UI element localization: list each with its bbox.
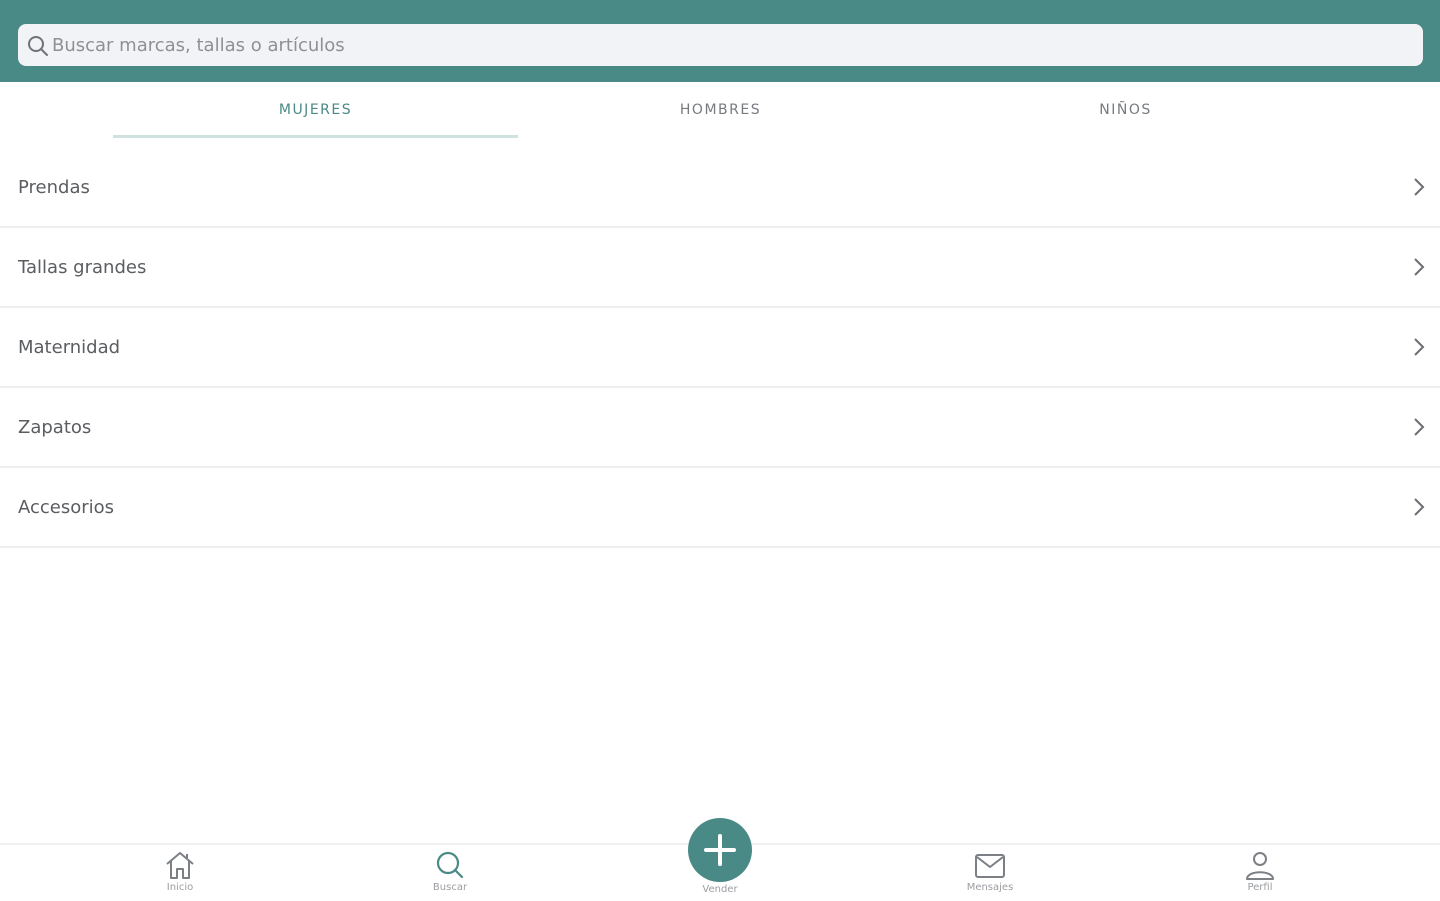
chevron-right-icon (1414, 258, 1425, 276)
user-icon (1246, 852, 1274, 880)
sell-button[interactable] (688, 818, 752, 882)
top-header (0, 0, 1440, 82)
list-item-label: Zapatos (18, 417, 92, 438)
search-bar[interactable] (18, 24, 1423, 66)
list-item-label: Prendas (18, 177, 90, 198)
tab-label: HOMBRES (679, 102, 762, 118)
category-tabs: MUJERES HOMBRES NIÑOS (113, 82, 1328, 138)
list-item-label: Maternidad (18, 337, 121, 358)
category-list: Prendas Tallas grandes Maternidad Zapato… (0, 148, 1440, 548)
tab-label: MUJERES (278, 102, 353, 118)
chevron-right-icon (1414, 418, 1425, 436)
nav-profile[interactable]: Perfil (1200, 849, 1320, 901)
list-item-label: Tallas grandes (18, 257, 147, 278)
list-item-zapatos[interactable]: Zapatos (0, 388, 1440, 468)
tab-ninos[interactable]: NIÑOS (923, 82, 1328, 138)
tab-hombres[interactable]: HOMBRES (518, 82, 923, 138)
nav-label: Buscar (432, 882, 468, 893)
nav-search[interactable]: Buscar (390, 849, 510, 901)
search-icon (28, 36, 48, 56)
chevron-right-icon (1414, 178, 1425, 196)
nav-label: Mensajes (966, 882, 1014, 893)
sell-label: Vender (702, 884, 738, 895)
list-item-maternidad[interactable]: Maternidad (0, 308, 1440, 388)
nav-label: Perfil (1247, 882, 1273, 893)
list-item-accesorios[interactable]: Accesorios (0, 468, 1440, 548)
nav-messages[interactable]: Mensajes (930, 849, 1050, 901)
tab-active-underline (113, 135, 518, 138)
list-item-label: Accesorios (18, 497, 115, 518)
chevron-right-icon (1414, 338, 1425, 356)
home-icon (166, 852, 194, 879)
list-item-tallas-grandes[interactable]: Tallas grandes (0, 228, 1440, 308)
plus-icon (704, 834, 736, 866)
search-icon (436, 851, 464, 879)
tab-mujeres[interactable]: MUJERES (113, 82, 518, 138)
nav-label: Inicio (166, 882, 194, 893)
tab-label: NIÑOS (1099, 102, 1152, 118)
chevron-right-icon (1414, 498, 1425, 516)
mail-icon (975, 854, 1005, 878)
nav-home[interactable]: Inicio (120, 849, 240, 901)
search-input[interactable] (52, 24, 1412, 66)
list-item-prendas[interactable]: Prendas (0, 148, 1440, 228)
